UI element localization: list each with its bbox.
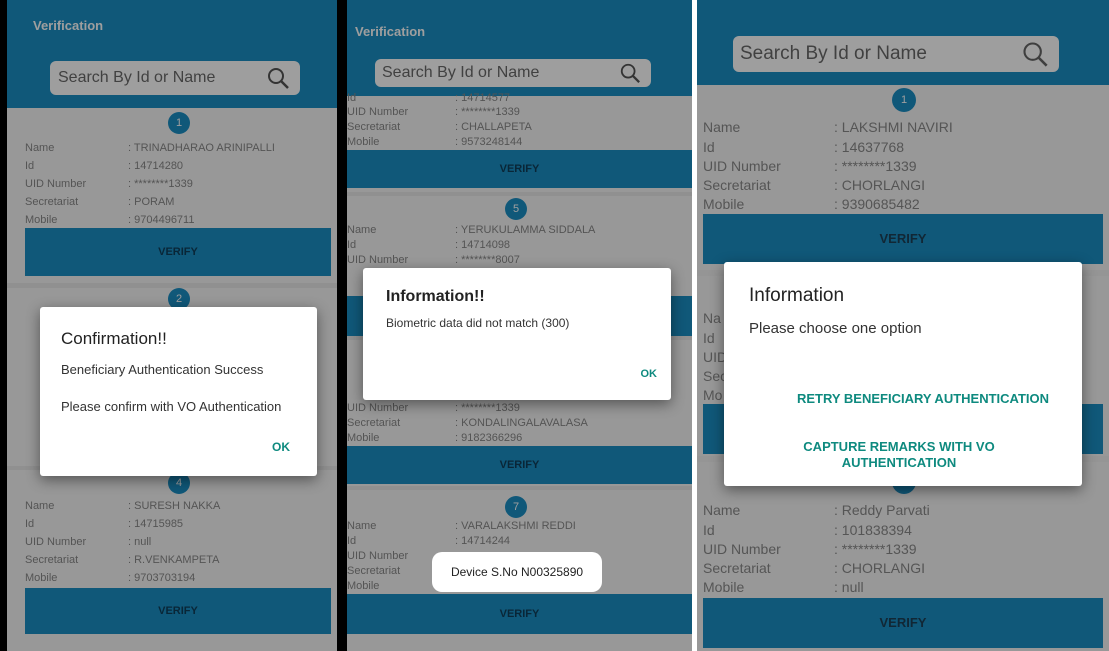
panel-divider xyxy=(337,0,347,651)
dialog-title: Information xyxy=(749,285,845,306)
dialog-message: Please confirm with VO Authentication xyxy=(61,399,282,414)
screen-biometric-fail: Verification Search By Id or Name Id : 1… xyxy=(347,0,692,651)
capture-remarks-button[interactable]: CAPTURE REMARKS WITH VO AUTHENTICATION xyxy=(784,439,1014,471)
screen-confirmation: Verification Search By Id or Name 1 Name… xyxy=(7,0,337,651)
information-dialog: Information!! Biometric data did not mat… xyxy=(363,268,671,400)
ok-button[interactable]: OK xyxy=(641,368,658,380)
retry-authentication-button[interactable]: RETRY BENEFICIARY AUTHENTICATION xyxy=(764,391,1082,406)
dialog-message: Biometric data did not match (300) xyxy=(386,316,570,330)
dialog-message: Please choose one option xyxy=(749,320,922,337)
dialog-title: Information!! xyxy=(386,288,485,305)
confirmation-dialog: Confirmation!! Beneficiary Authenticatio… xyxy=(40,307,317,476)
dialog-message: Beneficiary Authentication Success xyxy=(61,362,264,377)
choose-option-dialog: Information Please choose one option RET… xyxy=(724,262,1082,486)
dialog-title: Confirmation!! xyxy=(61,329,167,348)
device-toast: Device S.No N00325890 xyxy=(432,552,602,592)
ok-button[interactable]: OK xyxy=(272,440,290,454)
screenshot-collage: Verification Search By Id or Name 1 Name… xyxy=(0,0,1109,651)
panel-divider xyxy=(692,0,697,651)
screen-choose-option: Search By Id or Name 1 Name : LAKSHMI NA… xyxy=(697,0,1109,651)
